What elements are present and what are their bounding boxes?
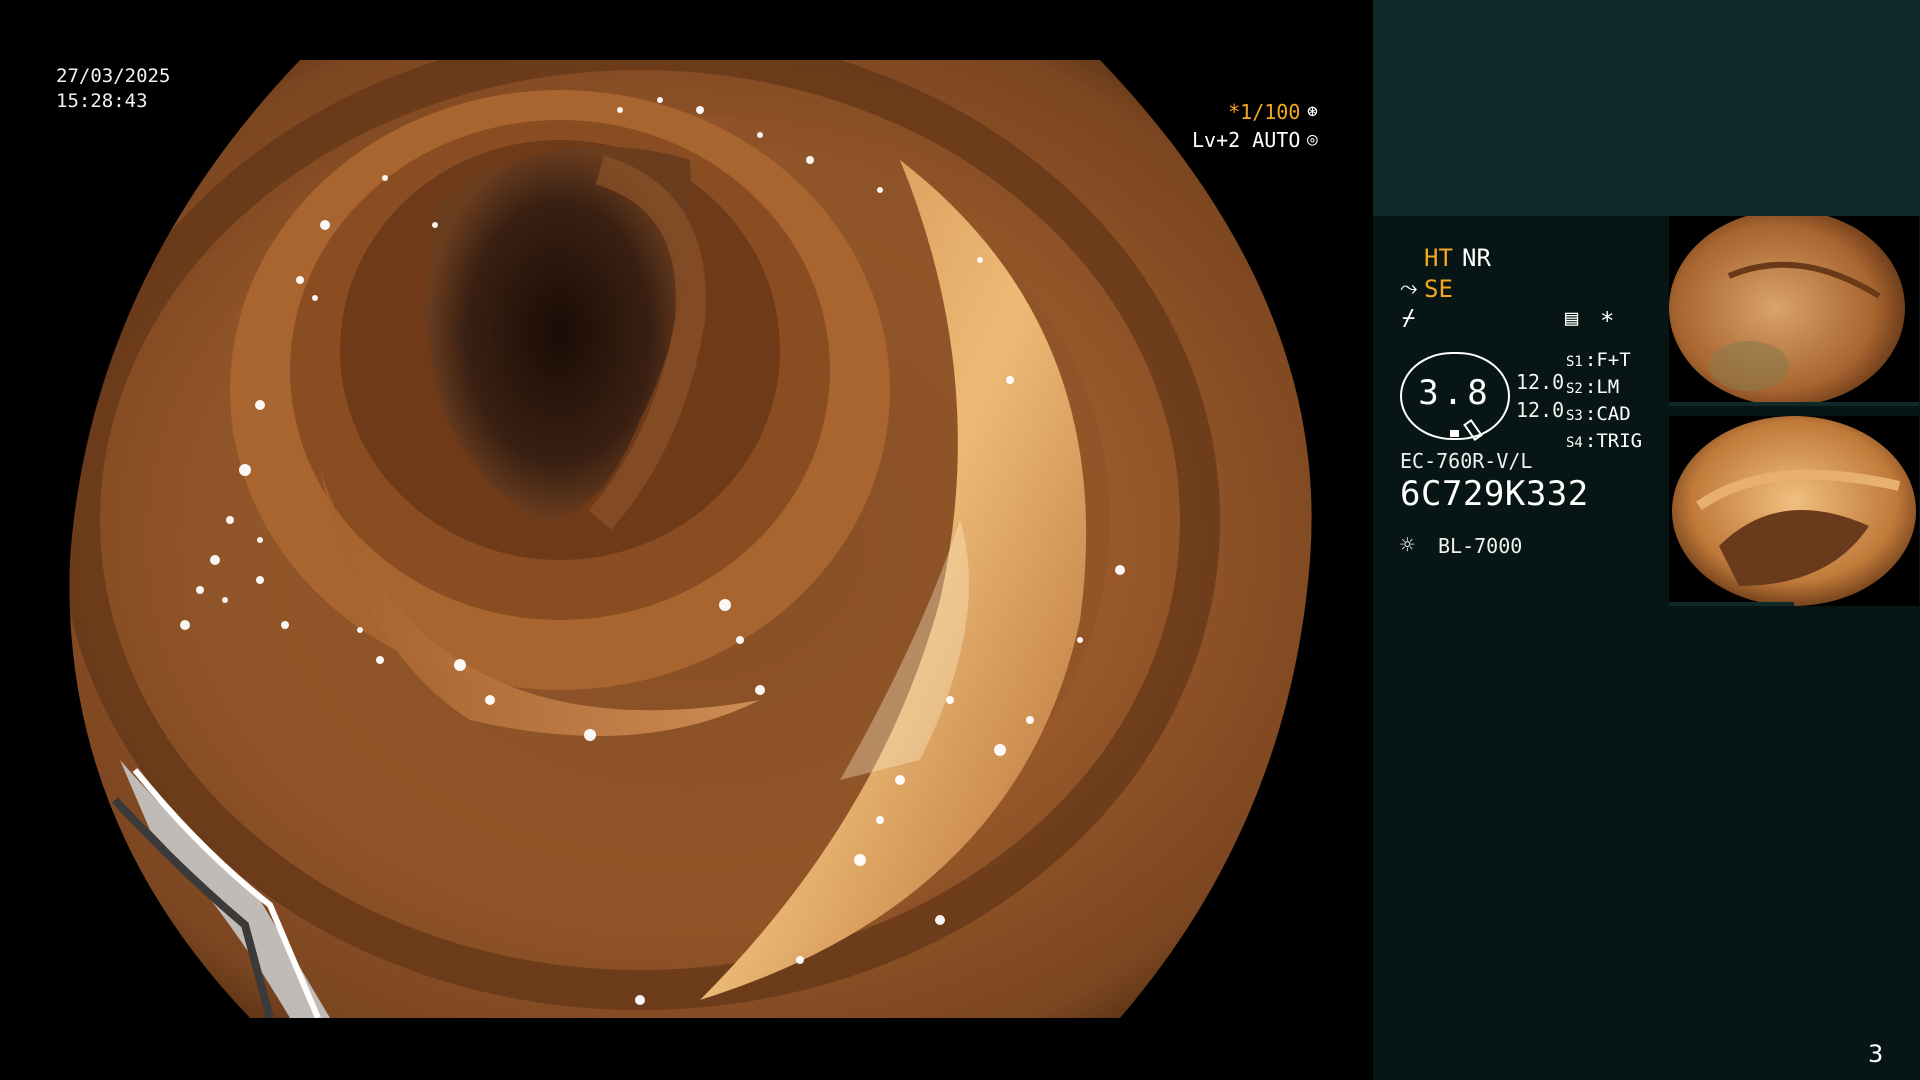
shutter-dial-icon: ⊛ [1306,101,1318,122]
light-source: BL-7000 [1438,534,1523,558]
scope-model: EC-760R-V/L [1400,449,1533,473]
se-indicator: SE [1424,275,1453,303]
colon-lumen-image [69,60,1312,1018]
switch-list: S1:F+T S2:LM S3:CAD S4:TRIG [1566,348,1642,456]
value-bottom: 12.0 [1516,398,1565,422]
auto-iris-icon: ◎ [1306,129,1318,150]
scope-serial: 6C729K332 [1400,474,1589,514]
filter-icon: ⌿ [1402,306,1416,331]
shutter-speed: *1/100 [1228,100,1301,124]
timestamp: 27/03/2025 15:28:43 [56,64,170,114]
time-text: 15:28:43 [56,90,148,112]
oval-marker [1450,430,1459,437]
endoscope-view-area: 27/03/2025 15:28:43 *1/100 ⊛ Lv+2 AUTO ◎ [0,0,1373,1080]
nr-indicator: NR [1462,244,1491,272]
ht-indicator: HT [1424,244,1453,272]
thumbnail-1[interactable] [1669,216,1919,406]
light-bulb-icon: ☼ [1400,531,1415,559]
thumbnail-image [1669,416,1916,606]
panel-header-area [1373,0,1920,216]
switch-row: S3:CAD [1566,403,1631,425]
asterisk-indicator: * [1600,307,1615,335]
value-top: 12.0 [1516,370,1565,394]
thumbnail-2[interactable] [1669,416,1919,606]
memo-icon: ▤ [1565,306,1579,331]
date-text: 27/03/2025 [56,65,171,87]
switch-row: S1:F+T [1566,349,1631,371]
exposure-info: *1/100 ⊛ Lv+2 AUTO ◎ [1192,98,1322,154]
page-number: 3 [1868,1040,1884,1068]
enhance-icon: ⤳ [1400,276,1418,301]
thumbnail-image [1669,216,1919,406]
zoom-value: 3.8 [1418,373,1492,413]
switch-row: S2:LM [1566,376,1620,398]
switch-row: S4:TRIG [1566,430,1643,452]
brightness-level: Lv+2 AUTO [1192,128,1301,152]
